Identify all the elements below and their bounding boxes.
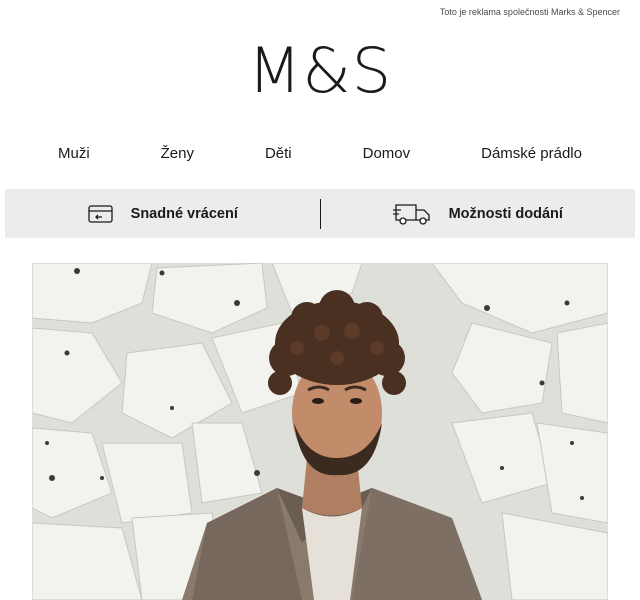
easy-returns-link[interactable]: Snadné vrácení — [5, 189, 320, 238]
nav-item-men[interactable]: Muži — [58, 145, 90, 162]
brand-logo[interactable]: M&S — [0, 36, 640, 106]
nav-item-women[interactable]: Ženy — [161, 145, 194, 162]
service-bar: Snadné vrácení Možnosti dodání — [5, 189, 635, 238]
nav-item-lingerie[interactable]: Dámské prádlo — [481, 145, 582, 162]
main-nav: Muži Ženy Děti Domov Dámské prádlo — [20, 145, 620, 162]
return-card-icon — [87, 202, 115, 226]
delivery-truck-icon — [392, 201, 433, 227]
hero-image[interactable] — [32, 263, 608, 600]
nav-item-home[interactable]: Domov — [363, 145, 411, 162]
nav-item-kids[interactable]: Děti — [265, 145, 292, 162]
ad-disclaimer: Toto je reklama společnosti Marks & Spen… — [439, 7, 620, 17]
delivery-options-link[interactable]: Možnosti dodání — [321, 189, 636, 238]
delivery-options-label: Možnosti dodání — [448, 205, 563, 222]
easy-returns-label: Snadné vrácení — [130, 205, 238, 222]
